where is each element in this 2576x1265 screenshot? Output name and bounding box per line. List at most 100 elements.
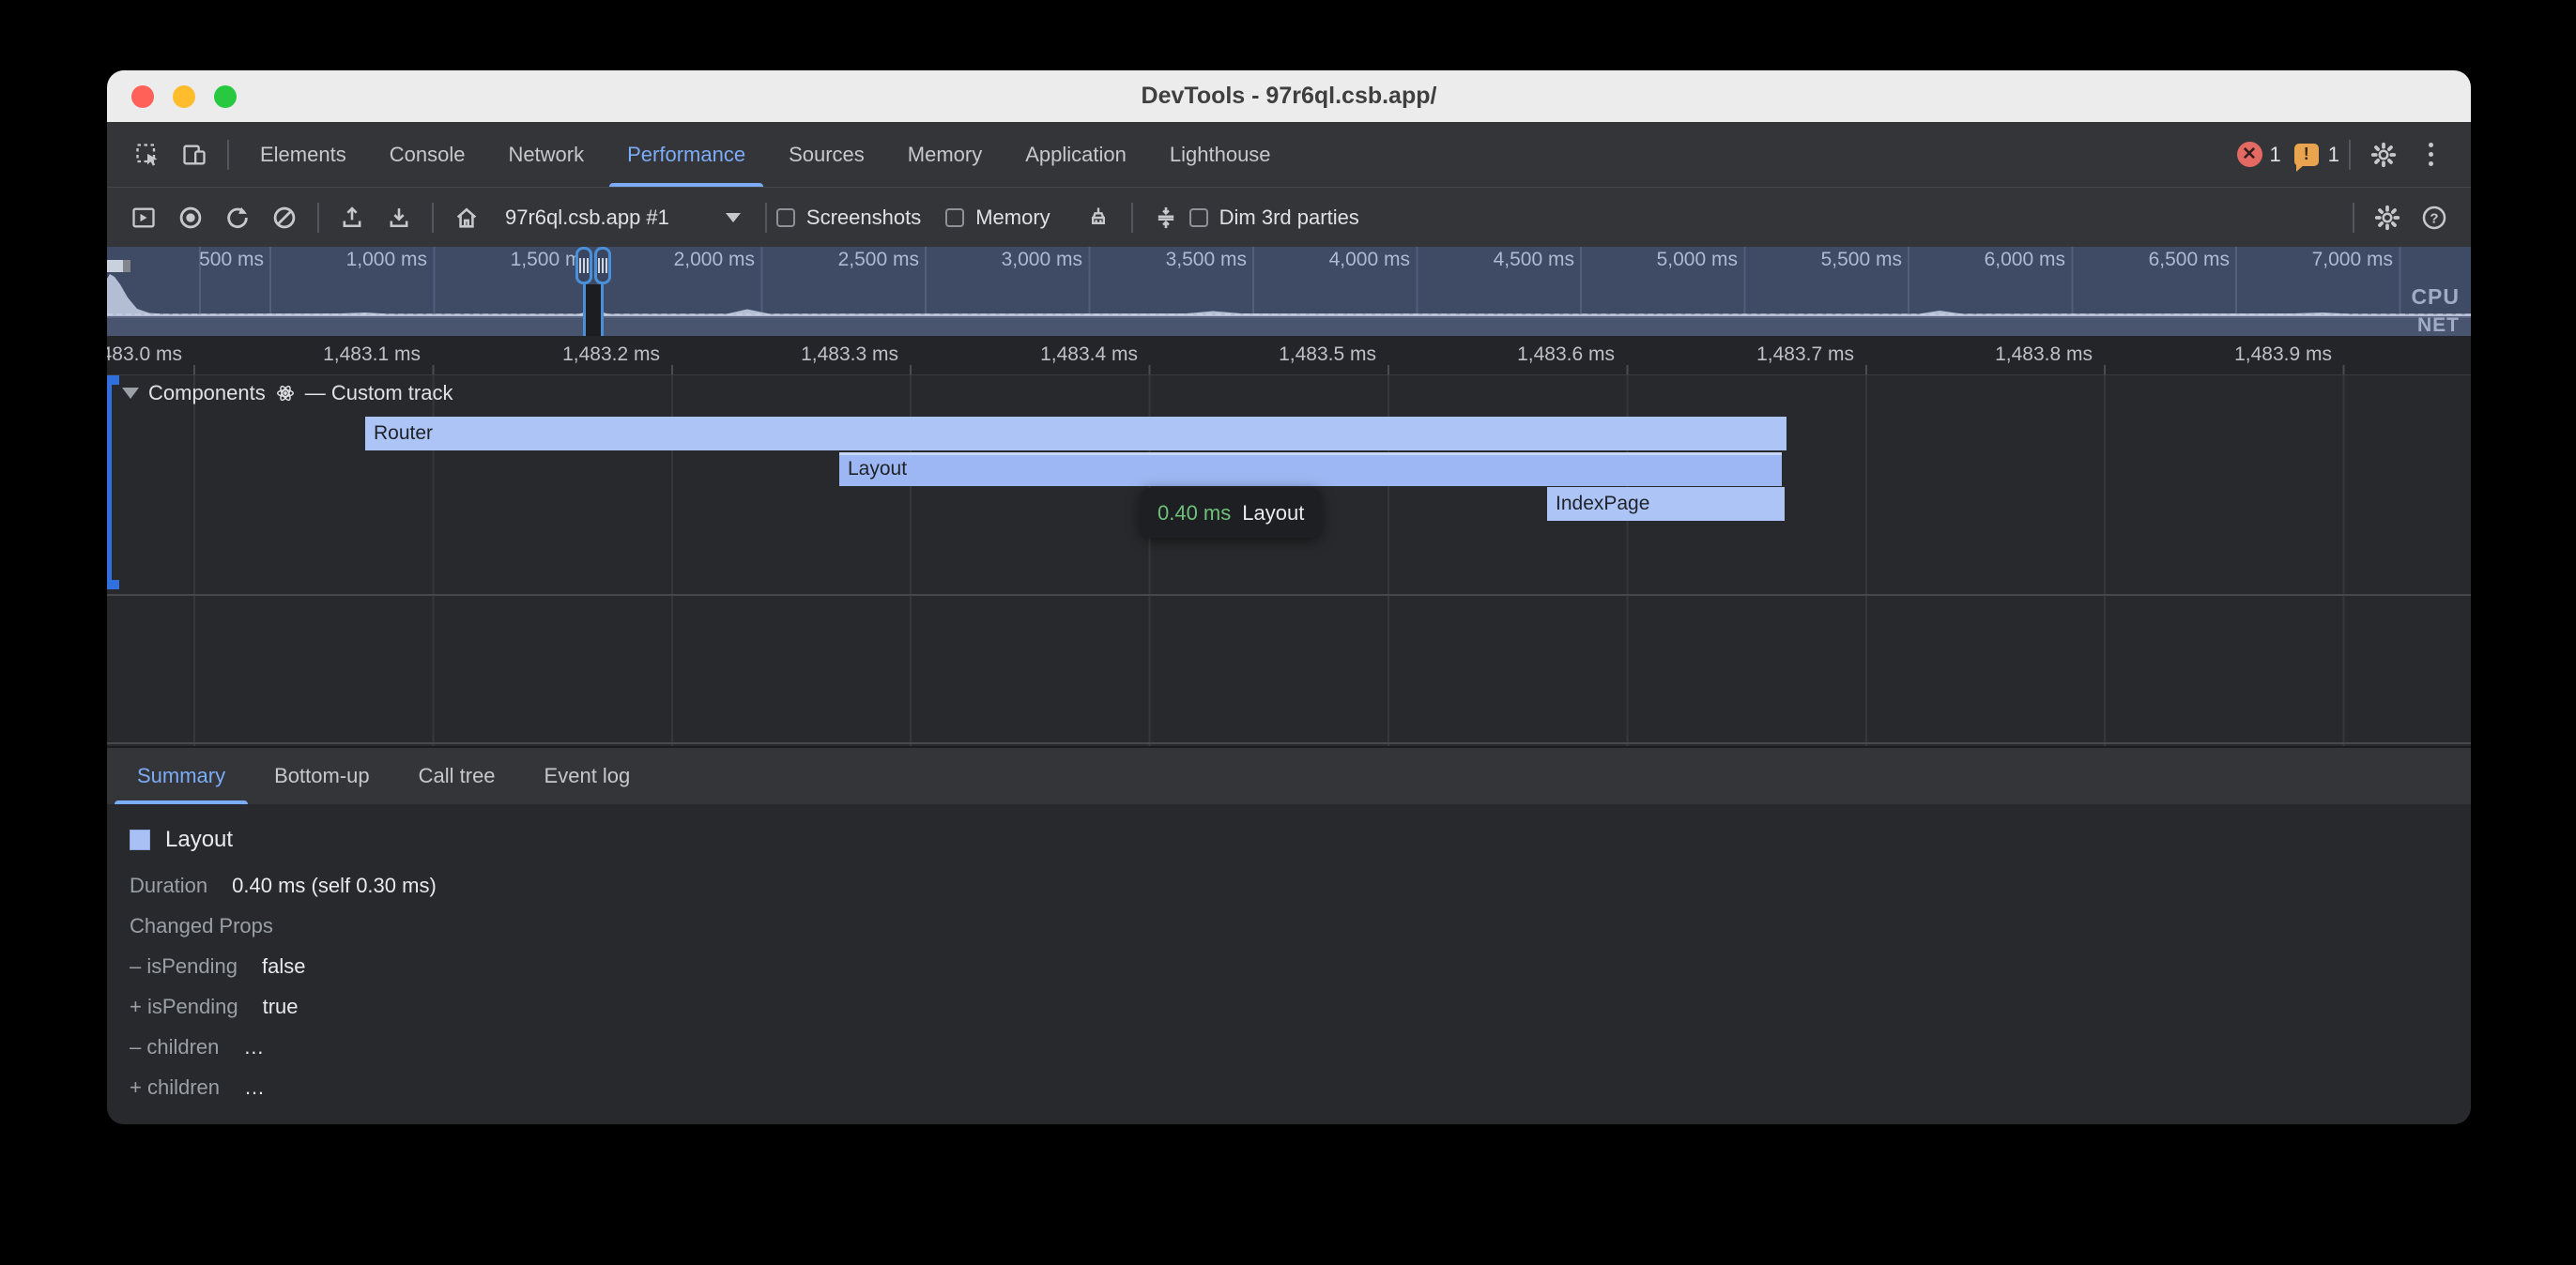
tab-event-log[interactable]: Event log [520,748,655,804]
collapse-flame-icon[interactable] [1142,194,1189,241]
summary-row: + children … [130,1075,2471,1116]
checkbox-icon [776,208,795,227]
history-dropdown-value: 97r6ql.csb.app #1 [505,206,669,230]
ruler-label: 1,483.2 ms [435,343,660,366]
device-toolbar-icon[interactable] [171,131,218,178]
overview-tick: 5,500 ms [1752,249,1902,271]
zoom-window-button[interactable] [214,85,237,108]
save-profile-icon[interactable] [376,194,422,241]
ruler-label: 1,483.7 ms [1629,343,1854,366]
cpu-activity-chart [107,271,2471,316]
garbage-collect-icon[interactable] [1075,194,1122,241]
summary-row: Duration 0.40 ms (self 0.30 ms) [130,874,2471,914]
overview-tick: 2,000 ms [605,249,755,271]
divider [765,203,767,233]
overview-tick: 3,500 ms [1096,249,1247,271]
home-icon[interactable] [443,194,490,241]
ruler-label: 1,483.9 ms [2107,343,2332,366]
flame-bar-layout[interactable]: Layout [839,452,1782,486]
performance-toolbar: 97r6ql.csb.app #1 Screenshots Memory [107,188,2471,247]
overview-tick: 6,500 ms [2079,249,2230,271]
inspect-element-icon[interactable] [124,131,171,178]
flame-tooltip: 0.40 ms Layout [1141,488,1321,538]
close-window-button[interactable] [131,85,154,108]
devtools-tabbar: Elements Console Network Performance Sou… [107,122,2471,188]
overview-tick: 5,000 ms [1587,249,1738,271]
overview-tick: 7,000 ms [2243,249,2393,271]
flame-bar-router[interactable]: Router [365,417,1786,450]
tab-sources[interactable]: Sources [767,122,886,187]
tab-call-tree[interactable]: Call tree [394,748,520,804]
tab-network[interactable]: Network [486,122,606,187]
ruler-label: 1,483.8 ms [1867,343,2093,366]
tab-bottom-up[interactable]: Bottom-up [250,748,394,804]
overview-tick: 2,500 ms [769,249,919,271]
divider [1131,203,1133,233]
selection-right-line [601,282,604,336]
selected-track-border [107,580,119,589]
reload-and-record-button[interactable] [214,194,261,241]
tooltip-label: Layout [1242,501,1304,526]
titlebar: DevTools - 97r6ql.csb.app/ [107,70,2471,122]
dim-3rd-parties-checkbox[interactable]: Dim 3rd parties [1189,206,1359,230]
selection-left-handle[interactable] [575,247,592,284]
capture-settings-gear-icon[interactable] [2364,194,2411,241]
flame-chart[interactable]: Components — Custom track Router Layout … [107,375,2471,746]
help-icon[interactable]: ? [2411,194,2458,241]
selected-track-border [107,375,112,589]
selection-right-handle[interactable] [594,247,611,284]
ruler-label: 1,483.1 ms [195,343,421,366]
summary-row-label: + children [130,1075,220,1100]
flame-bar-indexpage[interactable]: IndexPage [1547,487,1785,521]
ruler-label: 1,483.6 ms [1389,343,1615,366]
tab-lighthouse[interactable]: Lighthouse [1148,122,1293,187]
settings-gear-icon[interactable] [2360,131,2407,178]
tab-summary[interactable]: Summary [113,748,250,804]
track-title: Components [148,381,266,405]
summary-row: – children … [130,1035,2471,1075]
overview-tick: 3,000 ms [932,249,1082,271]
selection-window[interactable] [586,284,601,336]
summary-row-value: … [244,1075,265,1100]
tab-console[interactable]: Console [368,122,487,187]
divider [227,140,229,170]
tab-performance[interactable]: Performance [606,122,767,187]
warning-count: 1 [2328,143,2339,167]
overview-tick: 1,500 ms [441,249,591,271]
load-profile-icon[interactable] [329,194,376,241]
record-button[interactable] [167,194,214,241]
track-suffix: — Custom track [305,381,453,405]
timeline-overview[interactable]: 500 ms 1,000 ms 1,500 ms 2,000 ms 2,500 … [107,247,2471,336]
tab-memory[interactable]: Memory [886,122,1004,187]
window-title: DevTools - 97r6ql.csb.app/ [1142,83,1437,110]
summary-row-label: + isPending [130,995,238,1019]
screenshots-checkbox[interactable]: Screenshots [776,206,921,230]
summary-row-label: Duration [130,874,207,898]
summary-row-value: 0.40 ms (self 0.30 ms) [232,874,437,898]
ruler-label: 1,484.0 ms [2345,343,2471,366]
warning-icon: ! [2294,144,2319,166]
custom-track-header[interactable]: Components — Custom track [122,381,452,405]
summary-row: Changed Props [130,914,2471,954]
minimize-window-button[interactable] [173,85,195,108]
clear-recording-button[interactable] [261,194,308,241]
tab-elements[interactable]: Elements [238,122,368,187]
devtools-window: DevTools - 97r6ql.csb.app/ Elements Cons… [107,70,2471,1124]
tab-application[interactable]: Application [1004,122,1148,187]
screenshots-label: Screenshots [806,206,921,230]
overview-tick: 4,000 ms [1260,249,1410,271]
summary-legend: Layout [130,827,2471,853]
toggle-sidebar-icon[interactable] [120,194,167,241]
error-count: 1 [2270,143,2281,167]
summary-pane: Layout Duration 0.40 ms (self 0.30 ms) C… [107,804,2471,1124]
dim-3rd-parties-label: Dim 3rd parties [1219,206,1359,230]
divider [2353,203,2354,233]
warning-badge[interactable]: ! 1 [2294,143,2339,167]
error-badge[interactable]: ✕ 1 [2237,142,2281,167]
more-options-kebab-icon[interactable] [2407,131,2454,178]
issue-badges: ✕ 1 ! 1 [2237,142,2340,167]
summary-row-label: – isPending [130,954,238,979]
memory-checkbox[interactable]: Memory [945,206,1050,230]
history-dropdown[interactable]: 97r6ql.csb.app #1 [490,206,756,230]
react-atom-icon [275,383,296,404]
